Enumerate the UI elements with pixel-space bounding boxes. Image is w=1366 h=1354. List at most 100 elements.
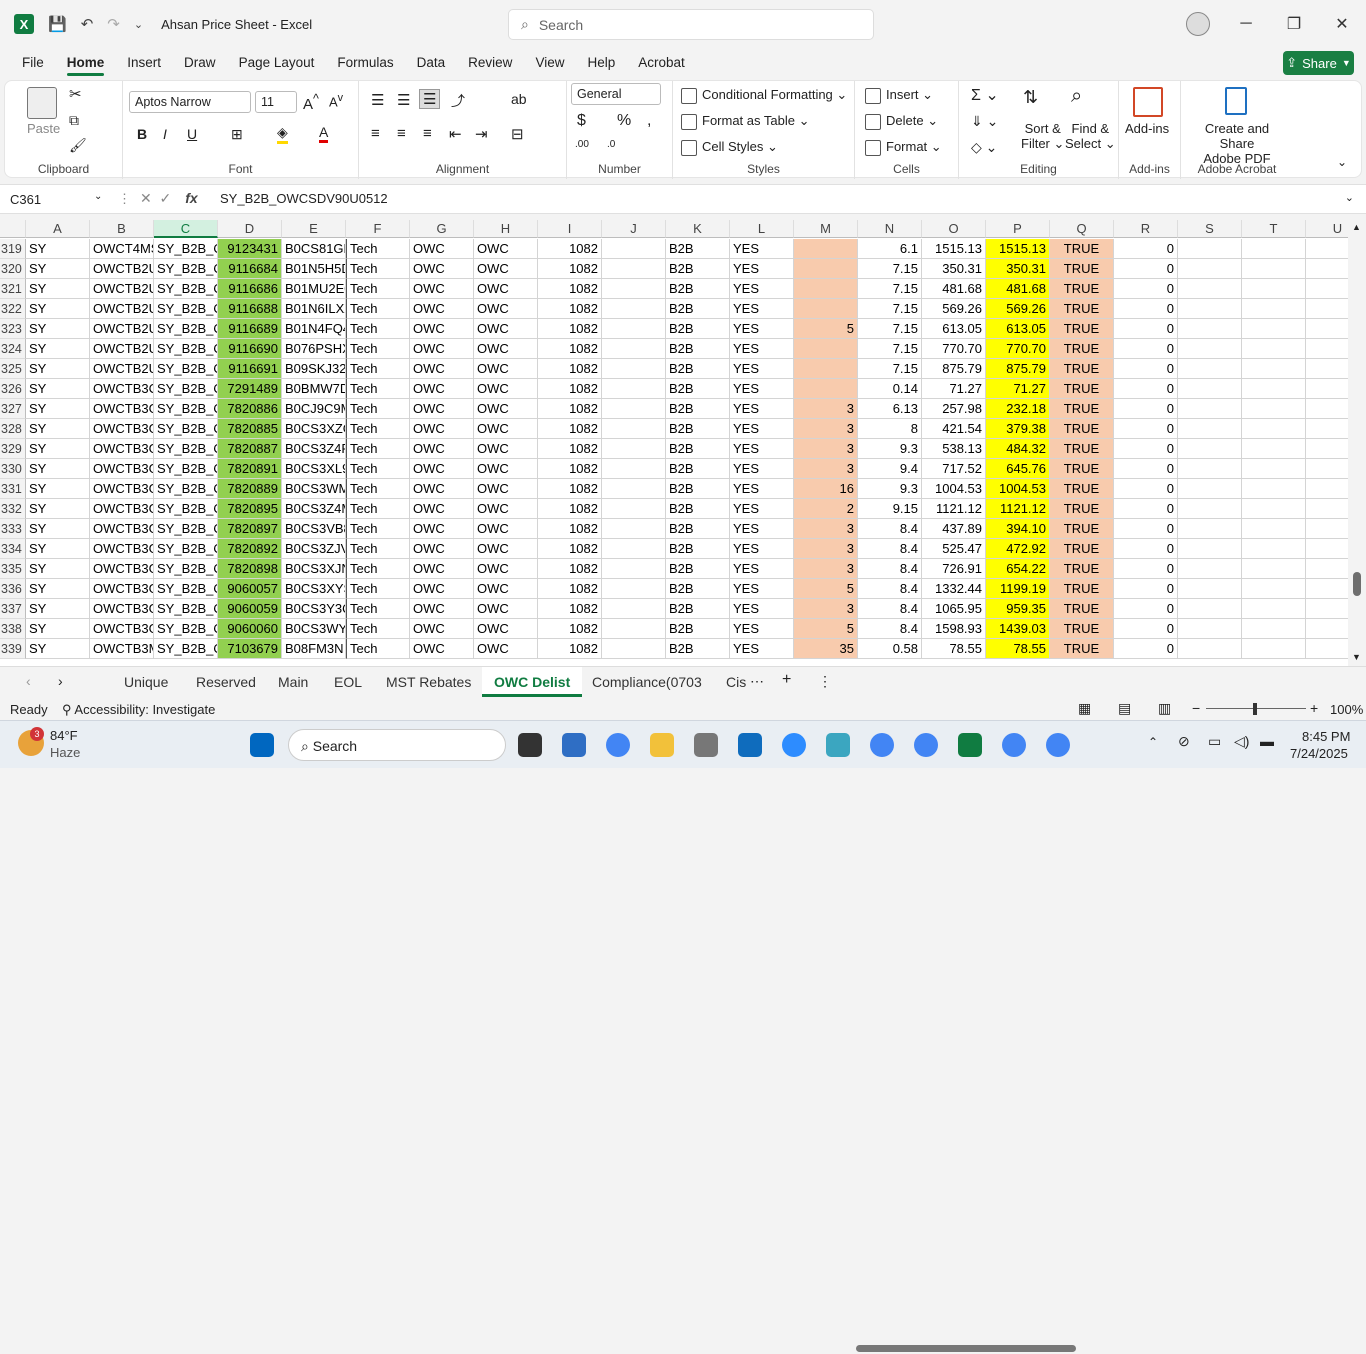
cell-t[interactable] — [1242, 279, 1306, 299]
cell-e[interactable]: B0CS3XZG — [282, 419, 346, 439]
cell-e[interactable]: B076PSHX — [282, 339, 346, 359]
cell-q[interactable]: TRUE — [1050, 499, 1114, 519]
cell-c[interactable]: SY_B2B_OW — [154, 319, 218, 339]
align-middle-icon[interactable]: ☰ — [397, 91, 410, 109]
cell-m[interactable] — [794, 359, 858, 379]
clear-icon[interactable]: ◇ ⌄ — [971, 139, 997, 156]
cell-j[interactable] — [602, 299, 666, 319]
cell-k[interactable]: B2B — [666, 299, 730, 319]
cell-n[interactable]: 6.1 — [858, 239, 922, 259]
redo-icon[interactable]: ↷ — [107, 15, 120, 33]
cell-o[interactable]: 437.89 — [922, 519, 986, 539]
cell-p[interactable]: 1121.12 — [986, 499, 1050, 519]
cell-l[interactable]: YES — [730, 539, 794, 559]
add-sheet-icon[interactable]: + — [782, 671, 791, 689]
cell-u[interactable]: 14 — [1306, 619, 1348, 639]
column-header[interactable]: I — [538, 220, 602, 238]
cell-d[interactable]: 9060060 — [218, 619, 282, 639]
cell-n[interactable]: 9.3 — [858, 479, 922, 499]
cell-u[interactable]: 14 — [1306, 539, 1348, 559]
find-select-button[interactable]: Find & Select ⌄ — [1065, 121, 1116, 152]
cell-a[interactable]: SY — [26, 459, 90, 479]
cell-s[interactable] — [1178, 379, 1242, 399]
cell-k[interactable]: B2B — [666, 559, 730, 579]
cell-d[interactable]: 9116690 — [218, 339, 282, 359]
currency-icon[interactable]: $ — [577, 112, 586, 130]
accessibility-status[interactable]: ⚲ Accessibility: Investigate — [62, 702, 215, 718]
name-box-chevron-icon[interactable]: ⌄ — [94, 191, 102, 202]
cell-p[interactable]: 71.27 — [986, 379, 1050, 399]
cell-o[interactable]: 613.05 — [922, 319, 986, 339]
cell-b[interactable]: OWCTB2U — [90, 299, 154, 319]
cell-c[interactable]: SY_B2B_OW — [154, 299, 218, 319]
cell-b[interactable]: OWCTB3G — [90, 559, 154, 579]
cell-u[interactable]: 6 — [1306, 639, 1348, 659]
cell-s[interactable] — [1178, 399, 1242, 419]
cell-h[interactable]: OWC — [474, 299, 538, 319]
cell-s[interactable] — [1178, 259, 1242, 279]
cell-f[interactable]: Tech — [346, 419, 410, 439]
cell-h[interactable]: OWC — [474, 339, 538, 359]
cell-t[interactable] — [1242, 239, 1306, 259]
column-header[interactable]: A — [26, 220, 90, 238]
cell-o[interactable]: 421.54 — [922, 419, 986, 439]
chrome-icon[interactable] — [606, 733, 630, 757]
cell-j[interactable] — [602, 419, 666, 439]
cell-p[interactable]: 875.79 — [986, 359, 1050, 379]
cell-n[interactable]: 7.15 — [858, 299, 922, 319]
cell-e[interactable]: B0CS81GL — [282, 239, 346, 259]
cancel-icon[interactable]: ✕ — [140, 190, 152, 206]
cell-g[interactable]: OWC — [410, 439, 474, 459]
cell-f[interactable]: Tech — [346, 579, 410, 599]
cell-f[interactable]: Tech — [346, 559, 410, 579]
cell-r[interactable]: 0 — [1114, 419, 1178, 439]
cell-j[interactable] — [602, 339, 666, 359]
cell-e[interactable]: B0CS3VB8 — [282, 519, 346, 539]
cell-j[interactable] — [602, 599, 666, 619]
cell-m[interactable] — [794, 259, 858, 279]
cell-q[interactable]: TRUE — [1050, 379, 1114, 399]
cell-o[interactable]: 78.55 — [922, 639, 986, 659]
row-header[interactable]: 319 — [0, 239, 26, 259]
align-left-icon[interactable]: ≡ — [371, 125, 380, 142]
cell-e[interactable]: B01N5H5D — [282, 259, 346, 279]
cell-s[interactable] — [1178, 459, 1242, 479]
cell-styles-button[interactable]: Cell Styles ⌄ — [681, 139, 778, 156]
cell-n[interactable]: 8 — [858, 419, 922, 439]
cell-n[interactable]: 8.4 — [858, 579, 922, 599]
cell-i[interactable]: 1082 — [538, 319, 602, 339]
clock-date[interactable]: 7/24/2025 — [1290, 746, 1348, 761]
share-button[interactable]: ⇪ Share ▼ — [1283, 51, 1354, 75]
chrome-profile-3-icon[interactable] — [1002, 733, 1026, 757]
cell-q[interactable]: TRUE — [1050, 539, 1114, 559]
cell-h[interactable]: OWC — [474, 539, 538, 559]
cell-u[interactable]: 13 — [1306, 259, 1348, 279]
cell-r[interactable]: 0 — [1114, 319, 1178, 339]
cell-e[interactable]: B09SKJ32L — [282, 359, 346, 379]
cell-i[interactable]: 1082 — [538, 579, 602, 599]
cell-d[interactable]: 7820891 — [218, 459, 282, 479]
align-top-icon[interactable]: ☰ — [371, 91, 384, 109]
cell-d[interactable]: 9060059 — [218, 599, 282, 619]
cell-h[interactable]: OWC — [474, 419, 538, 439]
cell-s[interactable] — [1178, 299, 1242, 319]
wrap-text-icon[interactable]: ab — [511, 91, 527, 107]
cell-u[interactable]: 13 — [1306, 279, 1348, 299]
cell-i[interactable]: 1082 — [538, 239, 602, 259]
cell-r[interactable]: 0 — [1114, 399, 1178, 419]
cell-c[interactable]: SY_B2B_OW — [154, 539, 218, 559]
cell-f[interactable]: Tech — [346, 299, 410, 319]
task-view-icon[interactable] — [518, 733, 542, 757]
column-header[interactable]: G — [410, 220, 474, 238]
align-right-icon[interactable]: ≡ — [423, 125, 432, 142]
cell-q[interactable]: TRUE — [1050, 459, 1114, 479]
cell-b[interactable]: OWCTB3G — [90, 539, 154, 559]
column-header[interactable]: C — [154, 220, 218, 238]
cell-f[interactable]: Tech — [346, 399, 410, 419]
cell-m[interactable]: 2 — [794, 499, 858, 519]
sheet-tab-reserved[interactable]: Reserved — [184, 667, 268, 697]
cell-s[interactable] — [1178, 519, 1242, 539]
cell-j[interactable] — [602, 379, 666, 399]
cell-i[interactable]: 1082 — [538, 559, 602, 579]
cell-f[interactable]: Tech — [346, 439, 410, 459]
